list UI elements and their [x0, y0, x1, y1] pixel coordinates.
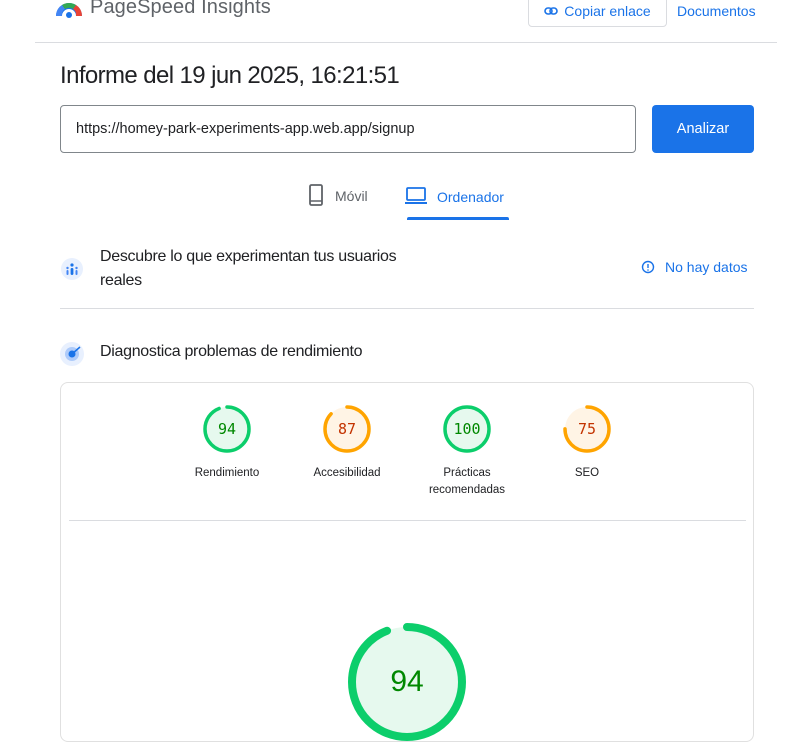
- no-data-status[interactable]: No hay datos: [641, 259, 748, 275]
- section-divider: [60, 308, 754, 309]
- pagespeed-logo-icon: [55, 2, 83, 18]
- gauge-score: 87: [338, 420, 356, 438]
- gauge-score: 100: [453, 420, 480, 438]
- gauge-score: 75: [578, 420, 596, 438]
- gauge-label: Prácticas recomendadas: [428, 467, 506, 496]
- score-gauge: 100: [443, 405, 491, 453]
- phone-icon: [309, 184, 323, 206]
- copy-link-button[interactable]: Copiar enlace: [528, 0, 667, 27]
- performance-main-gauge: 94: [348, 623, 466, 741]
- tab-desktop-label: Ordenador: [437, 189, 504, 205]
- url-input[interactable]: [60, 105, 636, 153]
- gauge-label: Accesibilidad: [313, 467, 381, 479]
- app-title: PageSpeed Insights: [90, 0, 271, 18]
- users-icon: [61, 258, 83, 280]
- gauge-best-practices[interactable]: 100 Prácticas recomendadas: [417, 404, 517, 499]
- tab-mobile[interactable]: Móvil: [307, 184, 368, 220]
- no-data-label: No hay datos: [665, 259, 748, 275]
- link-icon: [544, 6, 559, 15]
- main-score-value: 94: [390, 665, 423, 698]
- score-gauge: 87: [323, 405, 371, 453]
- info-icon: [641, 260, 655, 274]
- diagnostics-section-title: Diagnostica problemas de rendimiento: [100, 343, 363, 360]
- gauge-label: SEO: [574, 467, 600, 479]
- report-title: Informe del 19 jun 2025, 16:21:51: [60, 62, 400, 89]
- crux-section-title: Descubre lo que experimentan tus usuario…: [100, 248, 397, 289]
- gauge-accessibility[interactable]: 87 Accesibilidad: [297, 404, 397, 482]
- score-gauge: 75: [563, 405, 611, 453]
- gauge-seo[interactable]: 75 SEO: [537, 404, 637, 482]
- header-divider: [35, 42, 777, 43]
- tab-mobile-label: Móvil: [335, 188, 368, 204]
- active-tab-indicator: [407, 217, 509, 220]
- copy-link-label: Copiar enlace: [564, 2, 651, 19]
- gauge-performance[interactable]: 94 Rendimiento: [177, 404, 277, 482]
- tab-desktop[interactable]: Ordenador: [405, 184, 504, 220]
- score-gauge: 94: [203, 405, 251, 453]
- card-divider: [69, 520, 746, 521]
- analyze-button[interactable]: Analizar: [652, 105, 754, 153]
- docs-link[interactable]: Documentos: [677, 3, 756, 19]
- lab-diagnostics-icon: [60, 342, 84, 366]
- gauge-label: Rendimiento: [194, 467, 260, 479]
- gauge-score: 94: [218, 420, 236, 438]
- laptop-icon: [405, 187, 427, 204]
